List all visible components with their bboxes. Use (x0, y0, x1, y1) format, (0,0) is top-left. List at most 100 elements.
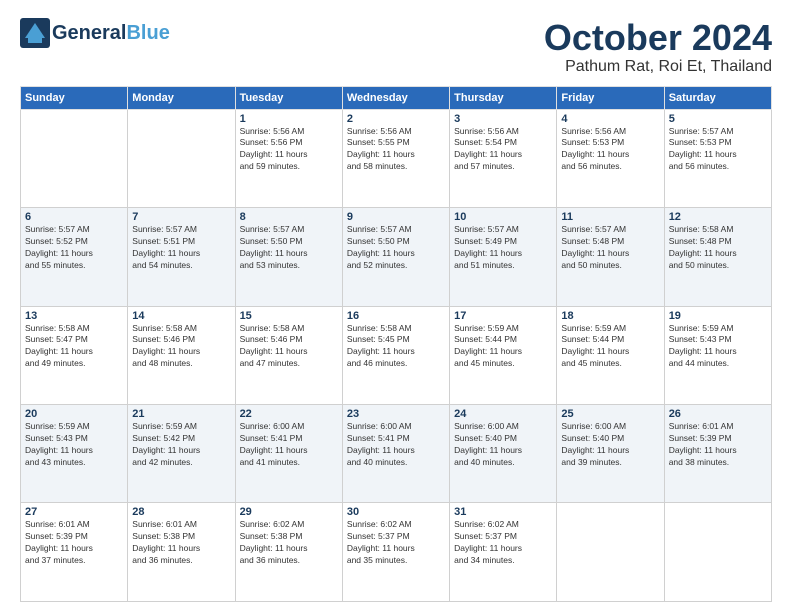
day-number: 22 (240, 408, 338, 420)
table-row: 11Sunrise: 5:57 AM Sunset: 5:48 PM Dayli… (557, 208, 664, 306)
table-row: 8Sunrise: 5:57 AM Sunset: 5:50 PM Daylig… (235, 208, 342, 306)
logo: GeneralBlue (20, 18, 170, 48)
calendar-table: Sunday Monday Tuesday Wednesday Thursday… (20, 86, 772, 602)
day-info: Sunrise: 5:57 AM Sunset: 5:48 PM Dayligh… (561, 224, 659, 272)
table-row: 7Sunrise: 5:57 AM Sunset: 5:51 PM Daylig… (128, 208, 235, 306)
day-info: Sunrise: 5:56 AM Sunset: 5:55 PM Dayligh… (347, 126, 445, 174)
day-info: Sunrise: 5:56 AM Sunset: 5:53 PM Dayligh… (561, 126, 659, 174)
day-info: Sunrise: 5:57 AM Sunset: 5:52 PM Dayligh… (25, 224, 123, 272)
table-row (21, 109, 128, 207)
day-number: 20 (25, 408, 123, 420)
day-number: 15 (240, 310, 338, 322)
col-tuesday: Tuesday (235, 86, 342, 109)
table-row: 16Sunrise: 5:58 AM Sunset: 5:45 PM Dayli… (342, 306, 449, 404)
table-row: 25Sunrise: 6:00 AM Sunset: 5:40 PM Dayli… (557, 405, 664, 503)
table-row: 15Sunrise: 5:58 AM Sunset: 5:46 PM Dayli… (235, 306, 342, 404)
day-number: 2 (347, 113, 445, 125)
day-info: Sunrise: 5:57 AM Sunset: 5:51 PM Dayligh… (132, 224, 230, 272)
day-number: 18 (561, 310, 659, 322)
logo-icon (20, 18, 50, 48)
day-info: Sunrise: 5:57 AM Sunset: 5:49 PM Dayligh… (454, 224, 552, 272)
day-info: Sunrise: 5:58 AM Sunset: 5:45 PM Dayligh… (347, 323, 445, 371)
table-row (664, 503, 771, 602)
day-info: Sunrise: 6:00 AM Sunset: 5:40 PM Dayligh… (561, 421, 659, 469)
table-row: 23Sunrise: 6:00 AM Sunset: 5:41 PM Dayli… (342, 405, 449, 503)
day-number: 8 (240, 211, 338, 223)
table-row: 21Sunrise: 5:59 AM Sunset: 5:42 PM Dayli… (128, 405, 235, 503)
day-info: Sunrise: 5:59 AM Sunset: 5:43 PM Dayligh… (25, 421, 123, 469)
day-info: Sunrise: 6:01 AM Sunset: 5:39 PM Dayligh… (669, 421, 767, 469)
day-info: Sunrise: 6:01 AM Sunset: 5:38 PM Dayligh… (132, 519, 230, 567)
day-number: 13 (25, 310, 123, 322)
table-row: 28Sunrise: 6:01 AM Sunset: 5:38 PM Dayli… (128, 503, 235, 602)
day-info: Sunrise: 6:00 AM Sunset: 5:40 PM Dayligh… (454, 421, 552, 469)
location: Pathum Rat, Roi Et, Thailand (544, 58, 772, 76)
col-wednesday: Wednesday (342, 86, 449, 109)
table-row: 13Sunrise: 5:58 AM Sunset: 5:47 PM Dayli… (21, 306, 128, 404)
day-number: 28 (132, 506, 230, 518)
calendar-week-row: 1Sunrise: 5:56 AM Sunset: 5:56 PM Daylig… (21, 109, 772, 207)
table-row: 6Sunrise: 5:57 AM Sunset: 5:52 PM Daylig… (21, 208, 128, 306)
table-row: 9Sunrise: 5:57 AM Sunset: 5:50 PM Daylig… (342, 208, 449, 306)
day-number: 19 (669, 310, 767, 322)
table-row: 26Sunrise: 6:01 AM Sunset: 5:39 PM Dayli… (664, 405, 771, 503)
calendar-week-row: 27Sunrise: 6:01 AM Sunset: 5:39 PM Dayli… (21, 503, 772, 602)
day-info: Sunrise: 5:59 AM Sunset: 5:43 PM Dayligh… (669, 323, 767, 371)
table-row: 5Sunrise: 5:57 AM Sunset: 5:53 PM Daylig… (664, 109, 771, 207)
table-row (557, 503, 664, 602)
title-area: October 2024 Pathum Rat, Roi Et, Thailan… (544, 18, 772, 76)
day-number: 29 (240, 506, 338, 518)
day-number: 7 (132, 211, 230, 223)
day-number: 11 (561, 211, 659, 223)
day-number: 3 (454, 113, 552, 125)
day-info: Sunrise: 5:58 AM Sunset: 5:47 PM Dayligh… (25, 323, 123, 371)
day-number: 4 (561, 113, 659, 125)
day-number: 5 (669, 113, 767, 125)
day-info: Sunrise: 6:02 AM Sunset: 5:37 PM Dayligh… (454, 519, 552, 567)
table-row: 20Sunrise: 5:59 AM Sunset: 5:43 PM Dayli… (21, 405, 128, 503)
table-row: 4Sunrise: 5:56 AM Sunset: 5:53 PM Daylig… (557, 109, 664, 207)
table-row: 18Sunrise: 5:59 AM Sunset: 5:44 PM Dayli… (557, 306, 664, 404)
calendar-week-row: 13Sunrise: 5:58 AM Sunset: 5:47 PM Dayli… (21, 306, 772, 404)
col-monday: Monday (128, 86, 235, 109)
calendar-week-row: 20Sunrise: 5:59 AM Sunset: 5:43 PM Dayli… (21, 405, 772, 503)
day-info: Sunrise: 5:59 AM Sunset: 5:42 PM Dayligh… (132, 421, 230, 469)
table-row: 17Sunrise: 5:59 AM Sunset: 5:44 PM Dayli… (450, 306, 557, 404)
page: GeneralBlue October 2024 Pathum Rat, Roi… (0, 0, 792, 612)
day-number: 30 (347, 506, 445, 518)
logo-blue: Blue (126, 22, 169, 44)
day-info: Sunrise: 6:02 AM Sunset: 5:38 PM Dayligh… (240, 519, 338, 567)
table-row: 19Sunrise: 5:59 AM Sunset: 5:43 PM Dayli… (664, 306, 771, 404)
calendar-body: 1Sunrise: 5:56 AM Sunset: 5:56 PM Daylig… (21, 109, 772, 601)
col-thursday: Thursday (450, 86, 557, 109)
day-number: 17 (454, 310, 552, 322)
table-row (128, 109, 235, 207)
logo-general: General (52, 22, 126, 44)
day-info: Sunrise: 5:56 AM Sunset: 5:54 PM Dayligh… (454, 126, 552, 174)
month-title: October 2024 (544, 18, 772, 58)
day-info: Sunrise: 5:58 AM Sunset: 5:48 PM Dayligh… (669, 224, 767, 272)
day-number: 21 (132, 408, 230, 420)
table-row: 14Sunrise: 5:58 AM Sunset: 5:46 PM Dayli… (128, 306, 235, 404)
day-number: 26 (669, 408, 767, 420)
day-info: Sunrise: 5:57 AM Sunset: 5:53 PM Dayligh… (669, 126, 767, 174)
day-number: 14 (132, 310, 230, 322)
day-info: Sunrise: 6:00 AM Sunset: 5:41 PM Dayligh… (240, 421, 338, 469)
day-number: 12 (669, 211, 767, 223)
table-row: 22Sunrise: 6:00 AM Sunset: 5:41 PM Dayli… (235, 405, 342, 503)
day-info: Sunrise: 5:59 AM Sunset: 5:44 PM Dayligh… (561, 323, 659, 371)
col-saturday: Saturday (664, 86, 771, 109)
day-number: 1 (240, 113, 338, 125)
table-row: 3Sunrise: 5:56 AM Sunset: 5:54 PM Daylig… (450, 109, 557, 207)
day-number: 10 (454, 211, 552, 223)
col-friday: Friday (557, 86, 664, 109)
day-info: Sunrise: 5:57 AM Sunset: 5:50 PM Dayligh… (240, 224, 338, 272)
table-row: 12Sunrise: 5:58 AM Sunset: 5:48 PM Dayli… (664, 208, 771, 306)
day-number: 23 (347, 408, 445, 420)
day-number: 9 (347, 211, 445, 223)
day-number: 16 (347, 310, 445, 322)
col-sunday: Sunday (21, 86, 128, 109)
day-info: Sunrise: 5:57 AM Sunset: 5:50 PM Dayligh… (347, 224, 445, 272)
table-row: 24Sunrise: 6:00 AM Sunset: 5:40 PM Dayli… (450, 405, 557, 503)
day-info: Sunrise: 6:02 AM Sunset: 5:37 PM Dayligh… (347, 519, 445, 567)
